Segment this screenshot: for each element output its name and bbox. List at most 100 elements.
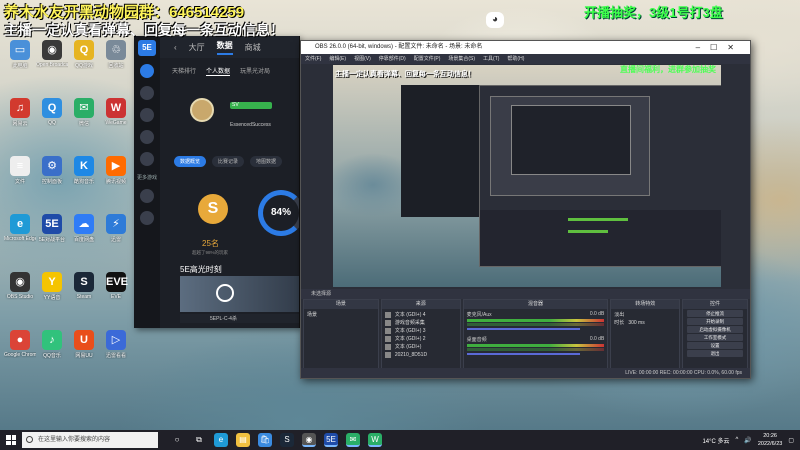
taskbar-app-icon[interactable]: 🛍 — [258, 433, 272, 447]
source-item[interactable]: 游戏音频采集 — [384, 319, 457, 327]
sub-tab-personal[interactable]: 个人数据 — [206, 66, 231, 76]
volume-icon[interactable]: 🔊 — [744, 437, 751, 444]
desktop-icon[interactable]: ♫ 网易云 — [4, 98, 36, 136]
scene-item[interactable]: 场景 — [307, 311, 375, 319]
start-button[interactable] — [0, 430, 22, 450]
desktop-icon[interactable]: Q QQ游戏 — [68, 40, 100, 78]
desktop-icon[interactable]: 5E 5E对战平台 — [36, 214, 68, 252]
obs-preview[interactable]: 主播一定认真看弹幕、回复每一条互动信息！ — [333, 65, 721, 287]
source-item[interactable]: 文本 (GDI+) 2 — [384, 335, 457, 343]
desktop-app-icon: 5E — [42, 214, 62, 234]
desktop-icon-label: 百度网盘 — [73, 237, 94, 243]
stream-small-overlay: 直播间福利，进群参加抽奖 — [620, 65, 716, 74]
obs-control-button[interactable]: 启动虚拟摄像机 — [687, 326, 743, 333]
desktop-icon-label: 迅雷看看 — [105, 353, 126, 359]
desktop-icon[interactable]: ☁ 百度网盘 — [68, 214, 100, 252]
map-data-button[interactable]: 地图数据 — [250, 156, 283, 167]
tab-shop[interactable]: 商城 — [245, 42, 261, 53]
rail-lock-icon[interactable] — [140, 108, 154, 122]
rail-settings-icon[interactable] — [140, 189, 154, 203]
taskbar-app-icon[interactable]: ◉ — [302, 433, 316, 447]
desktop-icon[interactable]: Q QQ — [36, 98, 68, 136]
desktop-icon[interactable]: e Microsoft Edge — [4, 214, 36, 252]
source-item[interactable]: 20210_8D51D — [384, 351, 457, 359]
source-item[interactable]: 文本 (GDI+) 4 — [384, 311, 457, 319]
overview-button[interactable]: 数据概览 — [174, 156, 207, 167]
clock[interactable]: 20:26 2022/6/23 — [758, 432, 782, 448]
obs-menu-item[interactable]: 视图(V) — [354, 54, 371, 64]
taskbar-app-icon[interactable]: ✉ — [346, 433, 360, 447]
desktop-icon[interactable]: W WeGame — [100, 98, 132, 136]
source-item[interactable]: 文本 (GDI+) 3 — [384, 327, 457, 335]
transition-select[interactable]: 淡出 — [614, 311, 676, 319]
taskbar-app-icon[interactable]: ▤ — [236, 433, 250, 447]
taskbar-app-icon[interactable]: S — [280, 433, 294, 447]
weather[interactable]: 14°C 多云 — [702, 436, 729, 445]
tray-arrow-icon[interactable]: ^ — [736, 437, 739, 443]
desktop-icon[interactable]: ⚡ 迅雷 — [100, 214, 132, 252]
highlight-video[interactable] — [180, 276, 299, 312]
match-record-button[interactable]: 比赛记录 — [212, 156, 245, 167]
back-arrow-icon[interactable]: ‹ — [174, 43, 177, 52]
sub-tab-ladder[interactable]: 天梯排行 — [172, 66, 196, 76]
obs-menu-item[interactable]: 文件(F) — [305, 54, 321, 64]
desktop-icon[interactable]: K 酷狗音乐 — [68, 156, 100, 194]
desktop-icon[interactable]: ✉ 微信 — [68, 98, 100, 136]
rail-menu-icon[interactable] — [140, 211, 154, 225]
obs-control-button[interactable]: 开始录制 — [687, 318, 743, 325]
obs-menu-item[interactable]: 工具(T) — [483, 54, 499, 64]
tab-data[interactable]: 数据 — [216, 40, 233, 55]
scenes-dock: 场景 场景 — [303, 299, 379, 369]
obs-menu-item[interactable]: 场景集合(S) — [448, 54, 475, 64]
obs-menu-item[interactable]: 停靠部件(D) — [379, 54, 406, 64]
window-controls[interactable]: –☐✕ — [696, 41, 744, 54]
desktop-icon[interactable]: ≡ 文件 — [4, 156, 36, 194]
desktop-icon[interactable]: ◉ OBS Studio — [4, 272, 36, 310]
obs-menu-item[interactable]: 帮助(H) — [507, 54, 524, 64]
desktop-icon[interactable]: EVE EVE — [100, 272, 132, 310]
taskbar-app-icon[interactable]: 5E — [324, 433, 338, 447]
player-avatar[interactable] — [190, 98, 214, 122]
desktop-icon[interactable]: ♲ 回收站 — [100, 40, 132, 78]
game-logo-icon[interactable]: 5E — [138, 40, 156, 56]
taskbar-app-icon[interactable]: ○ — [170, 433, 184, 447]
taskbar-app-icon[interactable]: ⧉ — [192, 433, 206, 447]
desktop-icon[interactable]: ▭ 此电脑 — [4, 40, 36, 78]
taskbar-app-icon[interactable]: e — [214, 433, 228, 447]
obs-control-button[interactable]: 停止推流 — [687, 310, 743, 317]
taskbar-search[interactable]: 在这里输入你要搜索的内容 — [22, 432, 158, 448]
desktop-icon[interactable]: ⚙ 控制面板 — [36, 156, 68, 194]
desktop-icon[interactable]: Y YY语音 — [36, 272, 68, 310]
desktop-icon[interactable]: ▷ 迅雷看看 — [100, 330, 132, 368]
tab-lobby[interactable]: 大厅 — [189, 42, 205, 53]
desktop-icon[interactable]: ● Google Chrome — [4, 330, 36, 368]
desktop-icon-label: 回收站 — [108, 63, 124, 69]
rail-more-label[interactable]: 更多游戏 — [134, 174, 160, 181]
volume-slider[interactable] — [466, 328, 580, 330]
preview-meter — [568, 230, 608, 233]
desktop-icon[interactable]: ◉ Open Broadcaster — [36, 40, 68, 78]
desktop-icon[interactable]: ♪ QQ音乐 — [36, 330, 68, 368]
taskbar-app-icon[interactable]: W — [368, 433, 382, 447]
obs-control-button[interactable]: 退出 — [687, 350, 743, 357]
rail-home-icon[interactable] — [140, 64, 154, 78]
obs-menu-item[interactable]: 编辑(E) — [329, 54, 346, 64]
volume-slider[interactable] — [466, 353, 580, 355]
rail-shop-icon[interactable] — [140, 130, 154, 144]
desktop-icon[interactable]: ▶ 腾讯视频 — [100, 156, 132, 194]
source-item[interactable]: 文本 (GDI+) — [384, 343, 457, 351]
desktop-app-icon: ● — [10, 330, 30, 350]
obs-control-button[interactable]: 设置 — [687, 342, 743, 349]
obs-control-button[interactable]: 工作室模式 — [687, 334, 743, 341]
search-placeholder: 在这里输入你要搜索的内容 — [38, 437, 111, 443]
sub-tab-highlight[interactable]: 玩黑光对局 — [240, 66, 270, 76]
transition-duration[interactable]: 时长 300 ms — [614, 319, 676, 327]
video-caption: 5EPL-C-4杀 — [180, 314, 299, 323]
obs-menu-item[interactable]: 配置文件(P) — [414, 54, 441, 64]
desktop-icon[interactable]: S Steam — [68, 272, 100, 310]
rail-user-icon[interactable] — [140, 86, 154, 100]
rail-chart-icon[interactable] — [140, 152, 154, 166]
notification-icon[interactable]: ▢ — [788, 437, 794, 444]
desktop-icon[interactable]: U 网易UU — [68, 330, 100, 368]
play-icon[interactable] — [216, 284, 234, 302]
